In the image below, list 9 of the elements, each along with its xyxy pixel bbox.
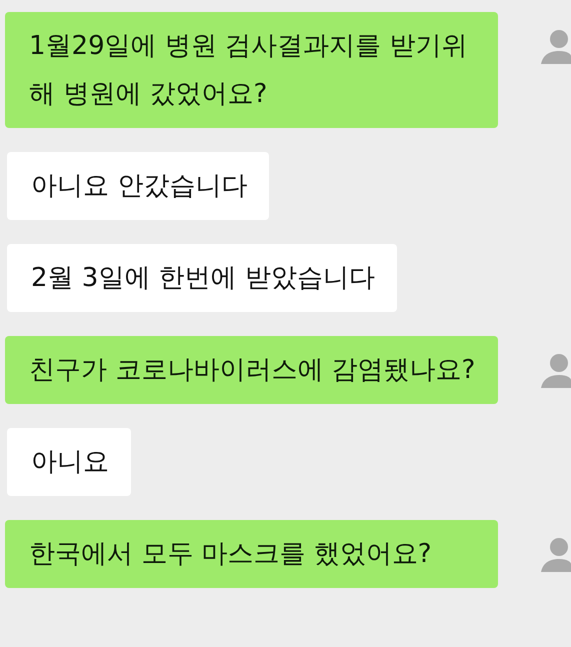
avatar-icon xyxy=(539,536,571,574)
sent-message: 친구가 코로나바이러스에 감염됐나요? xyxy=(5,336,498,404)
sent-message: 1월29일에 병원 검사결과지를 받기위해 병원에 갔었어요? xyxy=(5,12,498,128)
avatar-icon xyxy=(539,352,571,390)
received-message: 아니요 안갔습니다 xyxy=(7,152,270,220)
received-message: 아니요 xyxy=(7,428,131,496)
sent-message: 한국에서 모두 마스크를 했었어요? xyxy=(5,520,498,588)
avatar-icon xyxy=(539,28,571,66)
received-message: 2월 3일에 한번에 받았습니다 xyxy=(7,244,397,312)
